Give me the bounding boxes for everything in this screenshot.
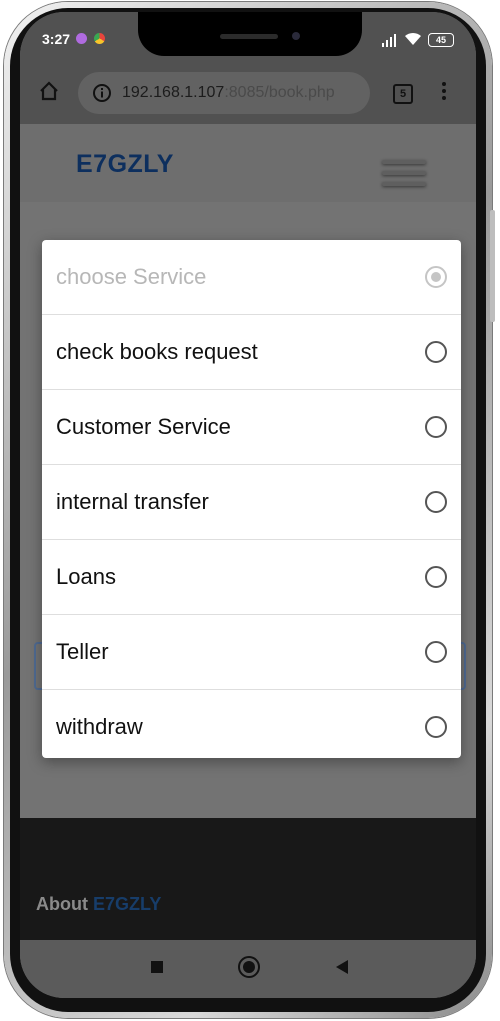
footer: About E7GZLY: [20, 818, 476, 942]
radio-icon[interactable]: [425, 416, 447, 438]
home-button[interactable]: [238, 956, 260, 978]
radio-icon[interactable]: [425, 341, 447, 363]
phone-frame: 3:27 45 192.168.1.107:8085/book.php 5 E7…: [4, 2, 495, 1018]
footer-about: About E7GZLY: [36, 894, 161, 915]
hamburger-menu-icon[interactable]: [382, 160, 426, 193]
radio-icon[interactable]: [425, 491, 447, 513]
signal-icon: [382, 34, 396, 47]
option-label: withdraw: [56, 714, 143, 739]
url-path: :8085/book.php: [224, 84, 335, 101]
option-loans[interactable]: Loans: [42, 540, 461, 615]
radio-icon[interactable]: [425, 716, 447, 738]
option-label: internal transfer: [56, 489, 209, 514]
option-label: Customer Service: [56, 414, 231, 439]
battery-icon: 45: [428, 33, 454, 47]
option-label: check books request: [56, 339, 258, 364]
option-label: choose Service: [56, 264, 207, 289]
messenger-icon: [76, 33, 87, 44]
status-bar: 3:27 45: [20, 12, 476, 64]
speaker: [220, 34, 278, 39]
option-withdraw[interactable]: withdraw: [42, 690, 461, 764]
radio-icon[interactable]: [425, 566, 447, 588]
home-icon[interactable]: [38, 80, 60, 102]
radio-icon[interactable]: [425, 641, 447, 663]
url-host: 192.168.1.107: [122, 84, 225, 101]
tab-switcher-button[interactable]: 5: [393, 84, 413, 104]
back-button[interactable]: [336, 960, 348, 974]
option-choose-service: choose Service: [42, 240, 461, 315]
chrome-icon: [94, 33, 105, 44]
radio-selected-icon: [425, 266, 447, 288]
option-internal-transfer[interactable]: internal transfer: [42, 465, 461, 540]
option-check-books-request[interactable]: check books request: [42, 315, 461, 390]
site-logo[interactable]: E7GZLY: [76, 150, 174, 179]
info-icon[interactable]: [92, 83, 112, 103]
footer-about-label: About: [36, 894, 88, 914]
service-select-dialog: choose Service check books request Custo…: [42, 240, 461, 758]
option-label: Teller: [56, 639, 109, 664]
status-time: 3:27: [42, 31, 71, 47]
address-bar[interactable]: 192.168.1.107:8085/book.php: [78, 72, 370, 114]
wifi-icon: [405, 32, 421, 45]
option-customer-service[interactable]: Customer Service: [42, 390, 461, 465]
footer-brand: E7GZLY: [93, 894, 162, 914]
android-nav-bar: [20, 940, 476, 998]
option-teller[interactable]: Teller: [42, 615, 461, 690]
camera: [292, 32, 300, 40]
recents-button[interactable]: [151, 961, 163, 973]
site-header: E7GZLY: [20, 124, 476, 202]
url-text: 192.168.1.107:8085/book.php: [122, 84, 335, 102]
option-label: Loans: [56, 564, 116, 589]
notch: [138, 12, 362, 56]
more-menu-icon[interactable]: [442, 82, 446, 103]
browser-toolbar: 192.168.1.107:8085/book.php 5: [20, 64, 476, 124]
screen: 3:27 45 192.168.1.107:8085/book.php 5 E7…: [20, 12, 476, 998]
side-button: [490, 210, 495, 322]
